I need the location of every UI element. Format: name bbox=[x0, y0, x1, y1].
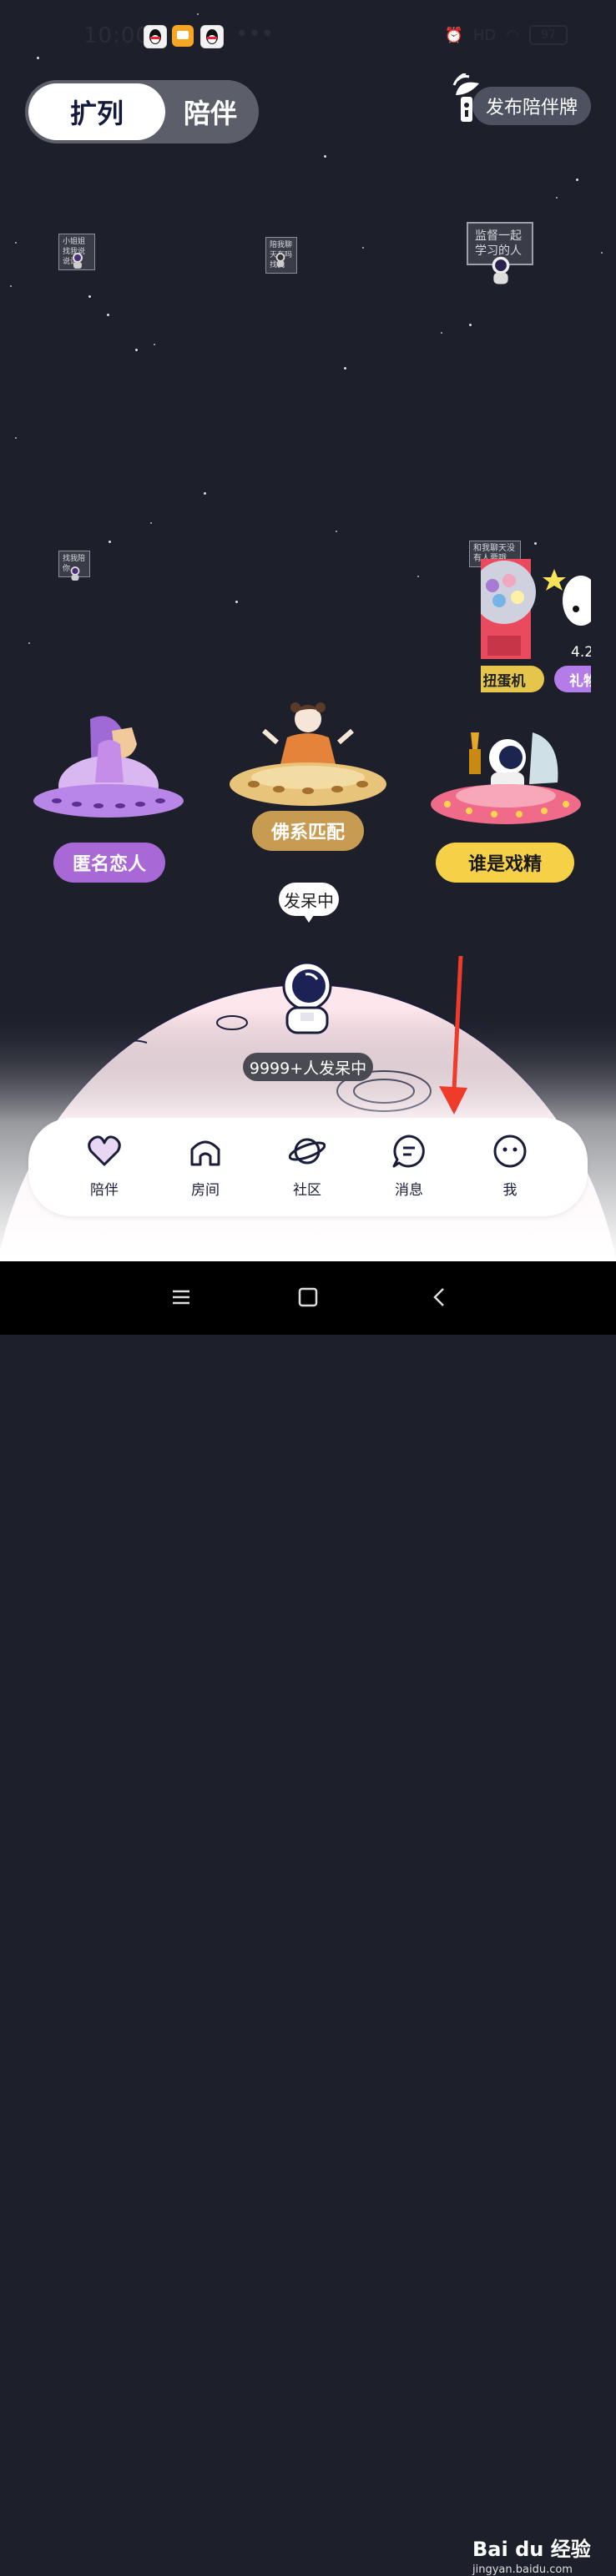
tab-kuolie[interactable]: 扩列 bbox=[28, 83, 165, 140]
publish-card-label: 发布陪伴牌 bbox=[485, 98, 578, 118]
status-indicators: ⏰ HD ◠ 97 bbox=[444, 25, 568, 45]
status-time: 10:00 bbox=[83, 23, 150, 48]
online-count-badge: 9999+人发呆中 bbox=[243, 1053, 373, 1081]
planet-label-text: 佛系匹配 bbox=[270, 823, 345, 843]
watermark-brand: Bai du 经验 bbox=[472, 2538, 591, 2561]
gashapon-button[interactable]: 扭蛋机 bbox=[481, 666, 544, 692]
astronaut-avatar[interactable] bbox=[275, 961, 339, 1038]
gift-label: 礼物 bbox=[569, 672, 591, 690]
radar-dish-icon bbox=[452, 73, 479, 122]
home-icon bbox=[190, 1140, 220, 1166]
nav-item-community[interactable]: 社区 bbox=[270, 1133, 345, 1205]
alarm-icon: ⏰ bbox=[444, 26, 463, 44]
heart-icon bbox=[88, 1135, 121, 1166]
nav-label: 我 bbox=[502, 1182, 518, 1199]
planet-label[interactable]: 匿名恋人 bbox=[53, 843, 165, 883]
astronaut-icon bbox=[492, 256, 510, 284]
red-arrow-annotation bbox=[439, 956, 467, 1114]
astronaut-icon bbox=[73, 253, 83, 269]
smile-icon bbox=[493, 1135, 527, 1168]
status-bubble-text: 发呆中 bbox=[284, 890, 334, 911]
astronaut-icon bbox=[70, 566, 80, 581]
mode-toggle[interactable]: 扩列 陪伴 bbox=[25, 80, 259, 143]
ufo-meditating-girl-illustration bbox=[230, 702, 386, 806]
planet-label-text: 匿名恋人 bbox=[72, 854, 146, 875]
status-bar: 10:00 ••• ⏰ HD ◠ 97 bbox=[0, 0, 616, 73]
chat-app-icon bbox=[172, 25, 194, 47]
planet-label-text: 谁是戏精 bbox=[467, 854, 542, 875]
baidu-watermark: Bai du 经验 jingyan.baidu.com bbox=[472, 2533, 591, 2576]
bottom-nav: 陪伴 房间 社区 消息 我 bbox=[28, 1118, 588, 1216]
system-nav-bar: Bai du 经验 jingyan.baidu.com bbox=[0, 1261, 616, 2576]
nav-item-messages[interactable]: 消息 bbox=[371, 1133, 447, 1205]
message-icon bbox=[392, 1135, 425, 1168]
planet-label[interactable]: 佛系匹配 bbox=[252, 811, 364, 851]
tab-peiban[interactable]: 陪伴 bbox=[165, 83, 255, 140]
battery-icon: 97 bbox=[529, 25, 568, 45]
nav-item-me[interactable]: 我 bbox=[472, 1133, 548, 1205]
nav-label: 消息 bbox=[395, 1182, 423, 1199]
nav-label: 社区 bbox=[293, 1182, 321, 1199]
gashapon-label: 扭蛋机 bbox=[482, 672, 526, 690]
online-count-text: 9999+人发呆中 bbox=[249, 1059, 367, 1078]
home-square-icon[interactable] bbox=[297, 1286, 319, 1308]
menu-icon[interactable] bbox=[170, 1286, 192, 1308]
battery-level: 97 bbox=[541, 28, 556, 42]
nav-item-rooms[interactable]: 房间 bbox=[168, 1133, 243, 1205]
signal-icon: HD bbox=[472, 26, 497, 44]
qq-icon bbox=[200, 25, 224, 48]
nav-label: 陪伴 bbox=[90, 1182, 119, 1199]
publish-card-button[interactable]: 发布陪伴牌 bbox=[472, 87, 591, 125]
planet-icon bbox=[289, 1138, 326, 1165]
more-notifications-icon: ••• bbox=[235, 22, 275, 47]
watermark-url: jingyan.baidu.com bbox=[472, 2563, 573, 2576]
floating-note-text: 监督一起学习的人 bbox=[475, 229, 522, 258]
status-bubble: 发呆中 bbox=[279, 883, 339, 923]
astronaut-icon bbox=[275, 253, 285, 267]
back-icon[interactable] bbox=[429, 1286, 451, 1308]
gift-value: 4.2 bbox=[571, 644, 591, 661]
qq-icon bbox=[144, 25, 167, 48]
ufo-astronaut-trophy-illustration bbox=[431, 732, 581, 824]
activity-cards[interactable]: 扭蛋机 4.2 礼物 bbox=[481, 544, 591, 696]
gift-button[interactable]: 礼物 bbox=[554, 666, 591, 692]
nav-item-companion[interactable]: 陪伴 bbox=[67, 1133, 142, 1205]
ufo-girl-illustration bbox=[33, 716, 184, 818]
nav-label: 房间 bbox=[191, 1182, 220, 1199]
planet-label[interactable]: 谁是戏精 bbox=[436, 843, 574, 883]
wifi-icon: ◠ bbox=[506, 26, 519, 44]
